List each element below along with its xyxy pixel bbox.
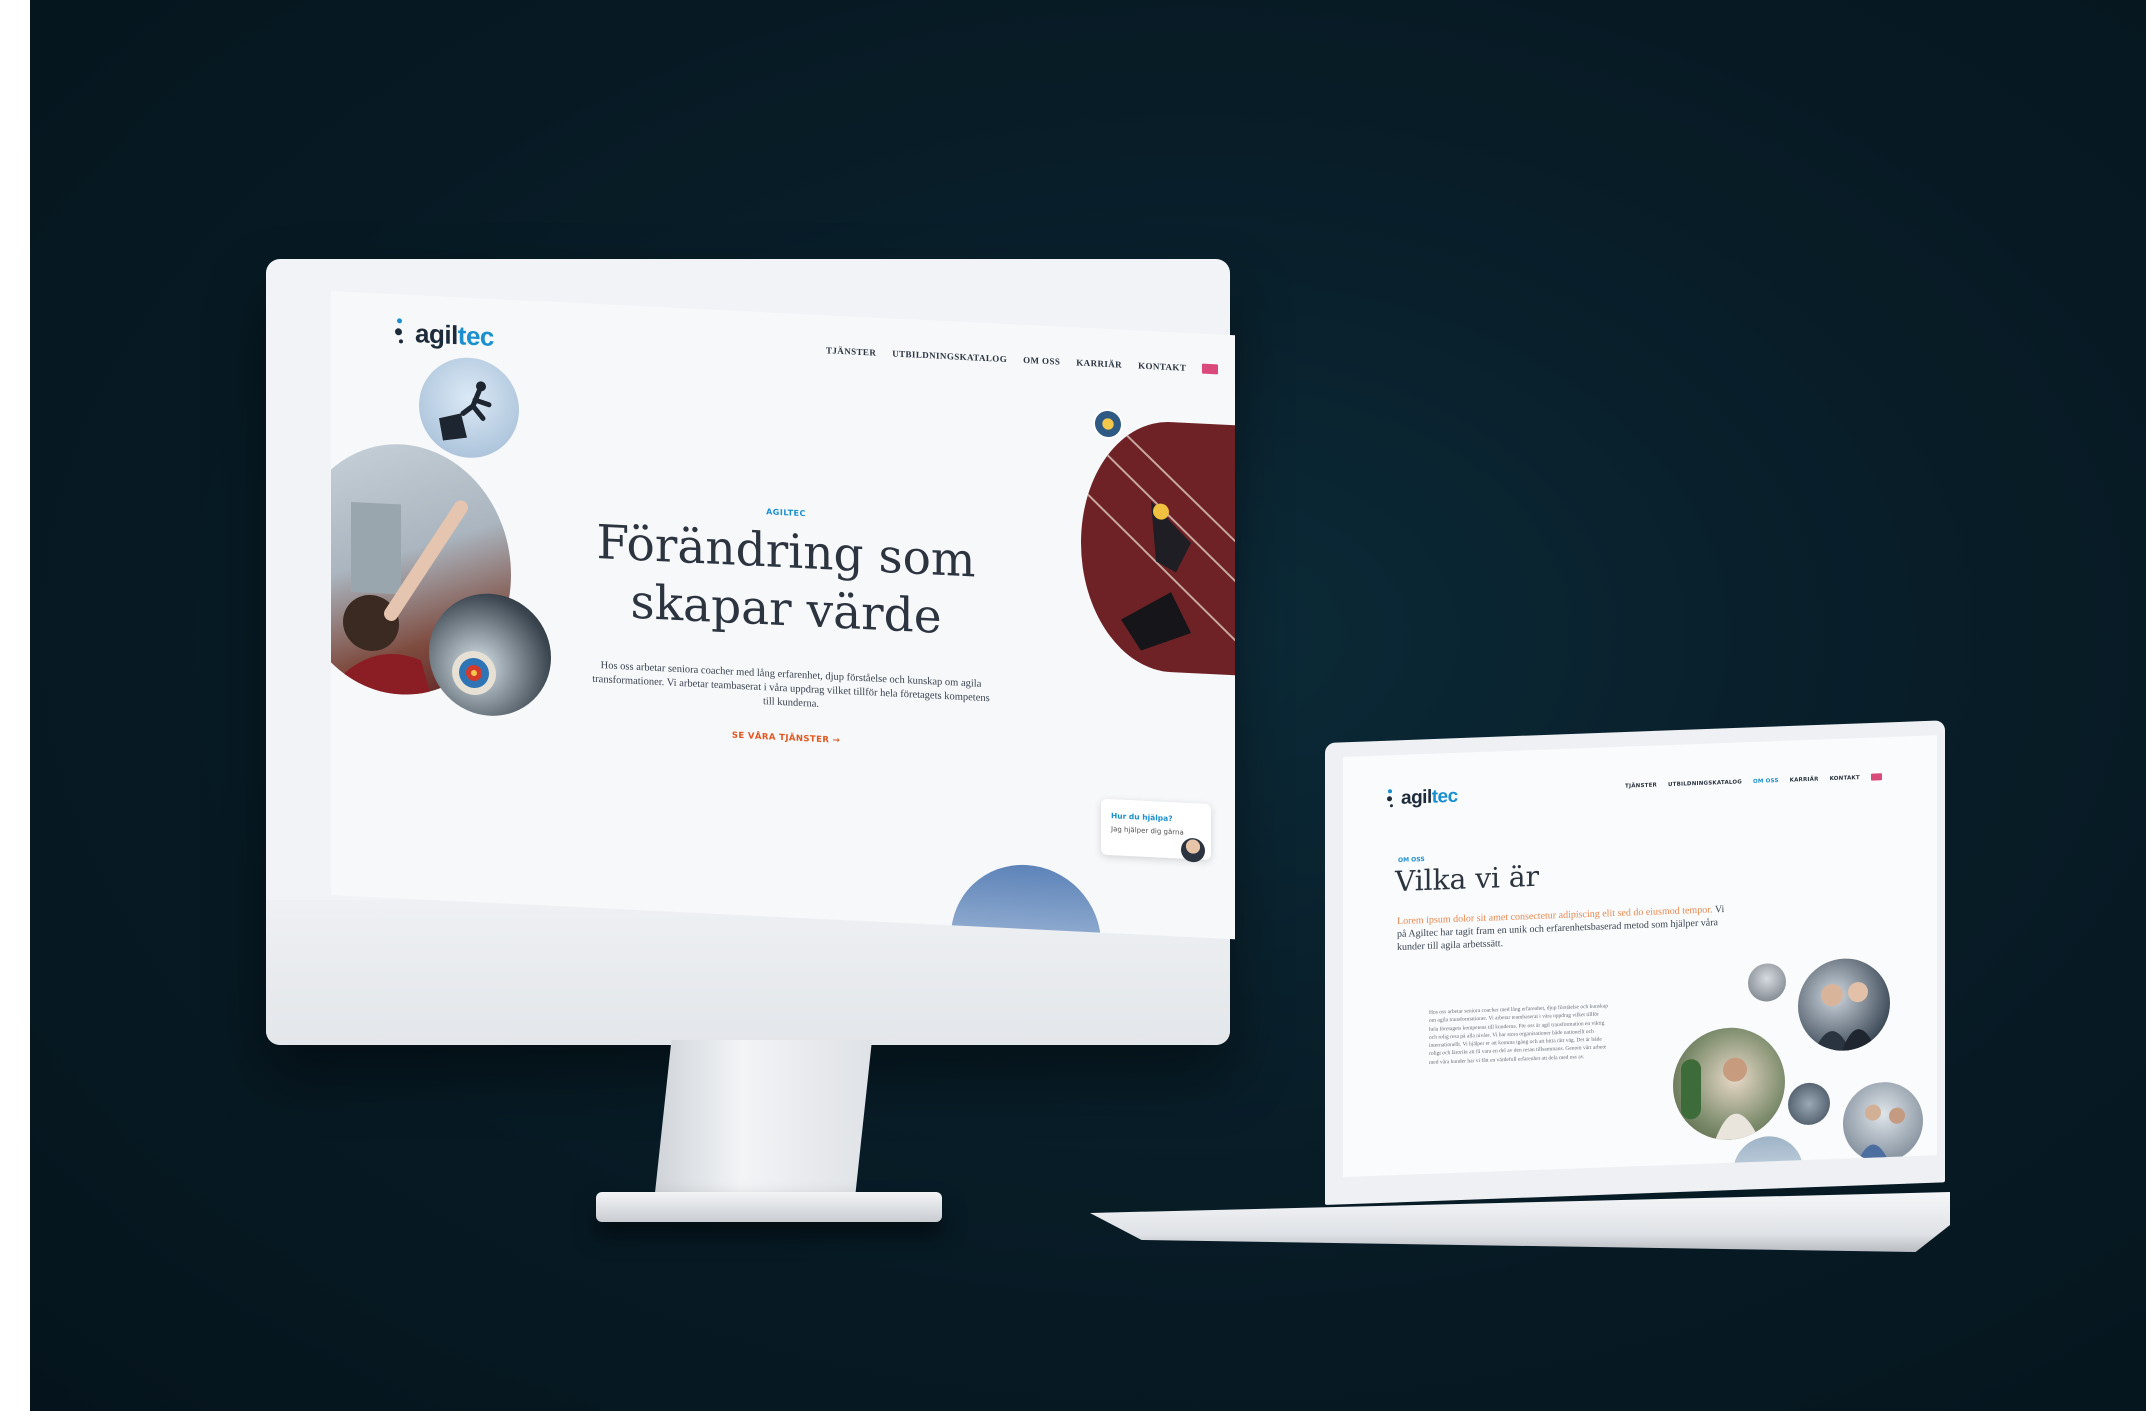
language-flag-icon[interactable] — [1202, 363, 1219, 375]
chat-widget-subtitle: Jag hjälper dig gärna — [1111, 825, 1184, 837]
chat-avatar[interactable] — [1181, 837, 1205, 863]
nav-item-karriar[interactable]: KARRIÄR — [1076, 357, 1122, 369]
logo-text-accent: tec — [457, 319, 494, 352]
chat-widget-title: Hur du hjälpa? — [1111, 811, 1173, 824]
laptop-nav-item-tjanster[interactable]: TJÄNSTER — [1625, 782, 1657, 789]
logo-dots-icon — [395, 312, 409, 353]
nav-item-om-oss[interactable]: OM OSS — [1023, 355, 1060, 367]
team-photo-meeting — [1673, 1025, 1785, 1142]
imac-stand-foot — [596, 1192, 942, 1222]
team-photo-small-top — [1748, 962, 1786, 1003]
team-photo-small-mid — [1788, 1082, 1830, 1126]
imac-stand-neck — [654, 1040, 872, 1202]
about-lead: Lorem ipsum dolor sit amet consectetur a… — [1397, 903, 1727, 954]
nav-item-utbildningskatalog[interactable]: UTBILDNINGSKATALOG — [892, 348, 1007, 364]
desktop-website: agiltec TJÄNSTER UTBILDNINGSKATALOG OM O… — [331, 291, 1235, 940]
laptop-nav-item-karriar[interactable]: KARRIÄR — [1790, 776, 1819, 783]
hero-body: Hos oss arbetar seniora coacher med lång… — [592, 660, 990, 710]
laptop-nav-item-kontakt[interactable]: KONTAKT — [1830, 775, 1860, 782]
about-paragraph: Hos oss arbetar seniora coacher med lång… — [1429, 1003, 1608, 1066]
laptop-website: agiltec TJÄNSTER UTBILDNINGSKATALOG OM O… — [1343, 735, 1937, 1177]
about-title: Vilka vi är — [1395, 859, 1539, 899]
archery-target-icon — [452, 650, 496, 696]
laptop-logo-dots-icon — [1387, 785, 1397, 813]
hero-title: Förändring som skapar värde — [571, 513, 1001, 650]
laptop-logo-text-dark: agil — [1401, 786, 1432, 809]
hero-photo-hurdles — [1081, 417, 1235, 677]
laptop-nav-item-utbildningskatalog[interactable]: UTBILDNINGSKATALOG — [1668, 779, 1742, 788]
team-photo-duo — [1798, 956, 1890, 1053]
hero-photo-jumper — [419, 355, 519, 461]
logo-text-dark: agil — [415, 317, 458, 350]
mockup-scene: agiltec TJÄNSTER UTBILDNINGSKATALOG OM O… — [30, 0, 2146, 1411]
nav-item-kontakt[interactable]: KONTAKT — [1138, 360, 1186, 372]
hero-photo-target — [429, 590, 551, 719]
laptop-logo-text-accent: tec — [1431, 785, 1458, 808]
jumper-silhouette-icon — [439, 381, 492, 441]
about-eyebrow: OM OSS — [1398, 856, 1425, 864]
laptop-main-nav: TJÄNSTER UTBILDNINGSKATALOG OM OSS KARRI… — [1625, 773, 1882, 789]
team-photo-workshop — [1843, 1080, 1923, 1164]
award-badge-icon — [1093, 408, 1123, 440]
laptop-nav-item-om-oss[interactable]: OM OSS — [1753, 778, 1779, 785]
laptop-language-flag-icon[interactable] — [1870, 773, 1882, 781]
laptop-site-logo[interactable]: agiltec — [1387, 783, 1458, 814]
hero-cta-link[interactable]: SE VÅRA TJÄNSTER → — [661, 727, 911, 749]
main-nav: TJÄNSTER UTBILDNINGSKATALOG OM OSS KARRI… — [826, 345, 1219, 375]
site-logo[interactable]: agiltec — [395, 312, 494, 357]
nav-item-tjanster[interactable]: TJÄNSTER — [826, 345, 876, 357]
laptop-base — [1090, 1192, 1950, 1252]
